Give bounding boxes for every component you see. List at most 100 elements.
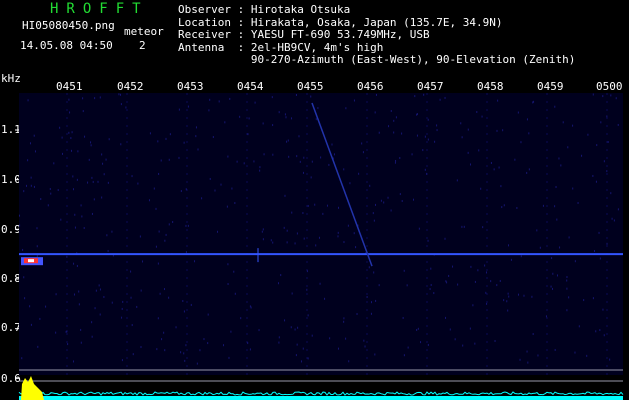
noise-speckle <box>343 320 345 323</box>
noise-speckle <box>284 113 286 116</box>
noise-speckle <box>598 231 600 234</box>
noise-speckle <box>484 264 486 267</box>
noise-speckle <box>493 168 495 171</box>
noise-speckle <box>183 310 185 313</box>
noise-speckle <box>185 224 187 227</box>
noise-speckle <box>519 358 521 361</box>
noise-speckle <box>510 258 512 261</box>
noise-speckle <box>249 348 251 351</box>
noise-speckle <box>371 301 373 304</box>
noise-speckle <box>157 140 159 143</box>
noise-speckle <box>568 296 570 299</box>
noise-speckle <box>288 155 290 158</box>
noise-speckle <box>503 204 505 207</box>
noise-speckle <box>593 250 595 253</box>
noise-speckle <box>611 217 613 220</box>
noise-speckle <box>272 153 274 156</box>
noise-speckle <box>315 244 317 247</box>
noise-speckle <box>337 231 339 234</box>
noise-speckle <box>603 160 605 163</box>
noise-speckle <box>247 342 249 345</box>
signal-level-floor <box>19 396 623 400</box>
noise-speckle <box>24 297 26 300</box>
noise-speckle <box>412 198 414 201</box>
noise-speckle <box>29 305 31 308</box>
noise-speckle <box>566 279 568 282</box>
noise-speckle <box>272 124 274 127</box>
noise-speckle <box>348 360 350 363</box>
noise-speckle <box>399 156 401 159</box>
noise-speckle <box>90 144 92 147</box>
noise-speckle <box>416 134 418 137</box>
noise-speckle <box>508 295 510 298</box>
noise-speckle <box>153 187 155 190</box>
noise-speckle <box>329 337 331 340</box>
noise-speckle <box>91 321 93 324</box>
noise-speckle <box>566 276 568 279</box>
spectrogram-window: HROFFT HI05080450.png meteor 2 14.05.08 … <box>0 0 629 400</box>
noise-speckle <box>209 177 211 180</box>
noise-speckle <box>161 338 163 341</box>
noise-speckle <box>337 206 339 209</box>
noise-speckle <box>482 226 484 229</box>
noise-speckle <box>610 192 612 195</box>
noise-speckle <box>470 265 472 268</box>
noise-speckle <box>278 341 280 344</box>
noise-speckle <box>383 201 385 204</box>
noise-speckle <box>95 289 97 292</box>
noise-speckle <box>472 304 474 307</box>
noise-speckle <box>315 118 317 121</box>
noise-speckle <box>227 263 229 266</box>
noise-speckle <box>30 184 32 187</box>
noise-speckle <box>328 163 330 166</box>
noise-speckle <box>542 204 544 207</box>
noise-speckle <box>172 221 174 224</box>
noise-speckle <box>345 107 347 110</box>
noise-speckle <box>393 119 395 122</box>
noise-speckle <box>603 334 605 337</box>
noise-speckle <box>178 156 180 159</box>
noise-speckle <box>528 168 530 171</box>
noise-speckle <box>259 169 261 172</box>
noise-speckle <box>399 193 401 196</box>
noise-speckle <box>94 97 96 100</box>
noise-speckle <box>180 351 182 354</box>
noise-speckle <box>71 131 73 134</box>
noise-speckle <box>53 162 55 165</box>
noise-speckle <box>302 347 304 350</box>
noise-speckle <box>353 232 355 235</box>
noise-speckle <box>355 246 357 249</box>
noise-speckle <box>526 171 528 174</box>
noise-speckle <box>99 96 101 99</box>
noise-speckle <box>430 267 432 270</box>
noise-speckle <box>194 260 196 263</box>
noise-speckle <box>291 211 293 214</box>
noise-speckle <box>508 244 510 247</box>
noise-speckle <box>600 121 602 124</box>
signal-peak <box>21 376 44 400</box>
noise-speckle <box>283 226 285 229</box>
noise-speckle <box>34 150 36 153</box>
noise-speckle <box>159 292 161 295</box>
noise-speckle <box>331 143 333 146</box>
noise-speckle <box>514 158 516 161</box>
noise-speckle <box>19 224 21 227</box>
noise-speckle <box>595 330 597 333</box>
noise-speckle <box>27 159 29 162</box>
noise-speckle <box>306 270 308 273</box>
noise-speckle <box>76 264 78 267</box>
noise-speckle <box>218 100 220 103</box>
noise-speckle <box>430 283 432 286</box>
noise-speckle <box>136 305 138 308</box>
noise-speckle <box>291 292 293 295</box>
noise-speckle <box>574 351 576 354</box>
noise-speckle <box>140 289 142 292</box>
noise-speckle <box>302 171 304 174</box>
noise-speckle <box>462 344 464 347</box>
noise-speckle <box>606 115 608 118</box>
noise-speckle <box>158 230 160 233</box>
noise-speckle <box>322 212 324 215</box>
noise-speckle <box>460 122 462 125</box>
noise-speckle <box>278 111 280 114</box>
noise-speckle <box>375 203 377 206</box>
